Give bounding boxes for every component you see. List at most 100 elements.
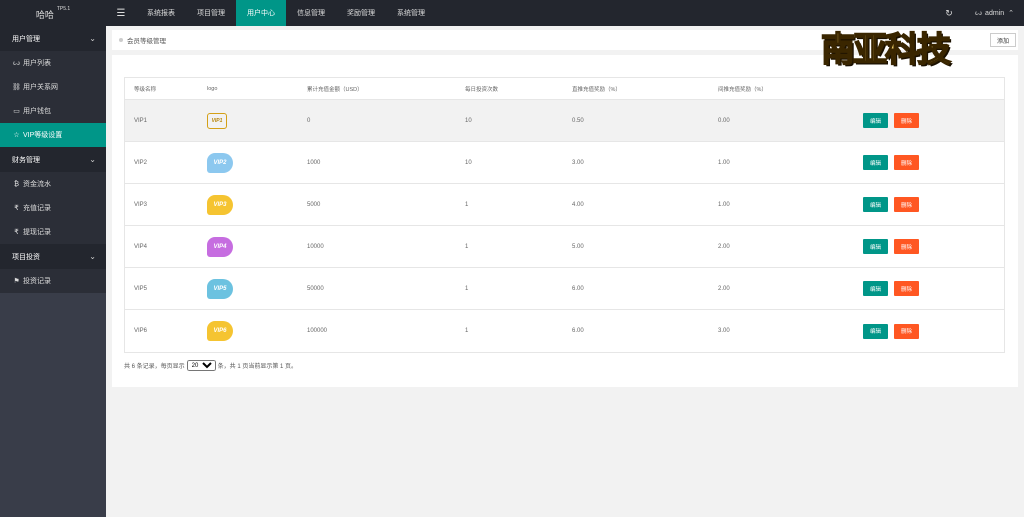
network-icon: ⛓ bbox=[12, 84, 21, 91]
vip-badge-icon: VIP3 bbox=[207, 194, 233, 215]
vip-logo: VIP2 bbox=[207, 152, 307, 173]
edit-button[interactable]: 编辑 bbox=[863, 155, 888, 170]
table-row: VIP4 VIP4 10000 1 5.00 2.00 编辑 删除 bbox=[125, 226, 1004, 268]
vip-name: VIP4 bbox=[134, 243, 148, 250]
vip-name: VIP2 bbox=[134, 159, 148, 166]
sidebar-group-label: 财务管理 bbox=[12, 156, 40, 164]
brand: 哈哈 TP5.1 bbox=[0, 0, 106, 26]
flag-icon: ⚑ bbox=[13, 278, 20, 285]
column-header: 直推充值奖励（%） bbox=[572, 86, 621, 93]
per-page-select[interactable]: 20 bbox=[186, 360, 216, 371]
column-header: 累计充值金额（USD） bbox=[307, 86, 363, 93]
column-header: logo bbox=[207, 85, 218, 92]
direct-reward: 5.00 bbox=[572, 243, 584, 250]
user-icon: ꙍ bbox=[974, 10, 983, 17]
username: admin bbox=[985, 9, 1005, 17]
sidebar-item-investment-records[interactable]: ⚑ 投资记录 bbox=[0, 269, 106, 293]
star-icon: ☆ bbox=[13, 132, 20, 139]
vip-badge-icon: VIP1 bbox=[207, 112, 227, 129]
direct-reward: 6.00 bbox=[572, 285, 584, 292]
vip-name: VIP5 bbox=[134, 285, 148, 292]
sidebar-item-withdraw-records[interactable]: ₹ 提现记录 bbox=[0, 220, 106, 244]
dot-icon bbox=[119, 38, 123, 42]
row-actions: 编辑 删除 bbox=[863, 323, 1004, 339]
edit-button[interactable]: 编辑 bbox=[863, 197, 888, 212]
edit-button[interactable]: 编辑 bbox=[863, 281, 888, 296]
vip-logo: VIP1 bbox=[207, 112, 307, 129]
daily-invest-count: 10 bbox=[465, 159, 472, 166]
sidebar-item-vip-settings[interactable]: ☆ VIP等级设置 bbox=[0, 123, 106, 147]
tab-info-management[interactable]: 信息管理 bbox=[286, 0, 336, 26]
table-row: VIP5 VIP5 50000 1 6.00 2.00 编辑 删除 bbox=[125, 268, 1004, 310]
vip-badge-icon: VIP4 bbox=[207, 236, 233, 257]
chevron-down-icon: ⌄ bbox=[89, 34, 96, 43]
user-icon: ꙍ bbox=[12, 60, 21, 67]
sidebar-item-fund-flow[interactable]: ₿ 资金流水 bbox=[0, 172, 106, 196]
tab-system-report[interactable]: 系统报表 bbox=[136, 0, 186, 26]
row-actions: 编辑 删除 bbox=[863, 113, 1004, 128]
sidebar-group-investment[interactable]: 项目投资 ⌄ bbox=[0, 244, 106, 269]
recharge-amount: 0 bbox=[307, 117, 311, 124]
table-row: VIP3 VIP3 5000 1 4.00 1.00 编辑 删除 bbox=[125, 184, 1004, 226]
vip-name: VIP6 bbox=[134, 328, 148, 334]
sidebar-item-recharge-records[interactable]: ₹ 充值记录 bbox=[0, 196, 106, 220]
sidebar-group-label: 用户管理 bbox=[12, 35, 40, 43]
chevron-down-icon: ⌄ bbox=[89, 252, 96, 261]
bitcoin-icon: ₿ bbox=[13, 180, 20, 188]
brand-name: 哈哈 bbox=[35, 10, 54, 20]
row-actions: 编辑 删除 bbox=[863, 239, 1004, 254]
sidebar-item-user-network[interactable]: ⛓ 用户关系网 bbox=[0, 75, 106, 99]
recharge-amount: 1000 bbox=[307, 159, 321, 166]
pager-suffix: 条，共 1 页当前显示第 1 页。 bbox=[217, 364, 298, 370]
direct-reward: 0.50 bbox=[572, 117, 584, 124]
watermark-text: 南亚科技 bbox=[820, 29, 952, 71]
direct-reward: 6.00 bbox=[572, 328, 584, 334]
vip-badge-icon: VIP6 bbox=[207, 321, 233, 341]
pager-prefix: 共 6 条记录，每页显示 bbox=[124, 364, 185, 370]
vip-badge-icon: VIP2 bbox=[207, 152, 233, 173]
row-actions: 编辑 删除 bbox=[863, 155, 1004, 170]
tab-project-management[interactable]: 项目管理 bbox=[186, 0, 236, 26]
delete-button[interactable]: 删除 bbox=[894, 113, 919, 128]
sidebar-item-label: 用户列表 bbox=[23, 60, 51, 67]
sidebar-item-label: 用户关系网 bbox=[23, 84, 58, 91]
chevron-down-icon: ⌄ bbox=[89, 155, 96, 164]
delete-button[interactable]: 删除 bbox=[894, 239, 919, 254]
user-menu[interactable]: ꙍ admin ⌃ bbox=[974, 9, 1014, 18]
indirect-reward: 0.00 bbox=[718, 117, 730, 124]
row-actions: 编辑 删除 bbox=[863, 197, 1004, 212]
sidebar-group-finance[interactable]: 财务管理 ⌄ bbox=[0, 147, 106, 172]
sidebar-group-user[interactable]: 用户管理 ⌄ bbox=[0, 26, 106, 51]
sidebar-item-user-wallet[interactable]: ▭ 用户钱包 bbox=[0, 99, 106, 123]
recharge-amount: 10000 bbox=[307, 243, 324, 250]
rupee-icon: ₹ bbox=[14, 229, 19, 236]
sidebar-item-label: 投资记录 bbox=[23, 278, 51, 285]
direct-reward: 3.00 bbox=[572, 159, 584, 166]
sidebar-item-label: 充值记录 bbox=[23, 205, 51, 212]
edit-button[interactable]: 编辑 bbox=[863, 239, 888, 254]
delete-button[interactable]: 删除 bbox=[894, 281, 919, 296]
menu-toggle-icon[interactable]: ☰ bbox=[106, 0, 136, 26]
delete-button[interactable]: 删除 bbox=[894, 197, 919, 212]
page-title: 会员等级管理 bbox=[127, 38, 166, 45]
vip-badge-icon: VIP5 bbox=[207, 278, 233, 299]
tab-system-management[interactable]: 系统管理 bbox=[386, 0, 436, 26]
edit-button[interactable]: 编辑 bbox=[863, 323, 888, 339]
indirect-reward: 3.00 bbox=[718, 328, 730, 334]
recharge-amount: 50000 bbox=[307, 285, 324, 292]
sidebar-item-user-list[interactable]: ꙍ 用户列表 bbox=[0, 51, 106, 75]
table-body: VIP1 VIP1 0 10 0.50 0.00 编辑 删除 VIP2 VIP2 1000 10 3.0… bbox=[125, 100, 1004, 352]
add-button[interactable]: 添加 bbox=[989, 33, 1016, 47]
tab-reward-management[interactable]: 奖励管理 bbox=[336, 0, 386, 26]
vip-logo: VIP6 bbox=[207, 321, 307, 341]
vip-name: VIP3 bbox=[134, 201, 148, 208]
refresh-icon[interactable]: ↻ bbox=[945, 8, 953, 19]
delete-button[interactable]: 删除 bbox=[894, 155, 919, 170]
tab-user-center[interactable]: 用户中心 bbox=[236, 0, 286, 26]
sidebar-item-label: 提现记录 bbox=[23, 229, 51, 236]
sidebar-item-label: VIP等级设置 bbox=[23, 132, 63, 139]
edit-button[interactable]: 编辑 bbox=[863, 113, 888, 128]
indirect-reward: 2.00 bbox=[718, 285, 730, 292]
delete-button[interactable]: 删除 bbox=[894, 323, 919, 339]
indirect-reward: 1.00 bbox=[718, 159, 730, 166]
